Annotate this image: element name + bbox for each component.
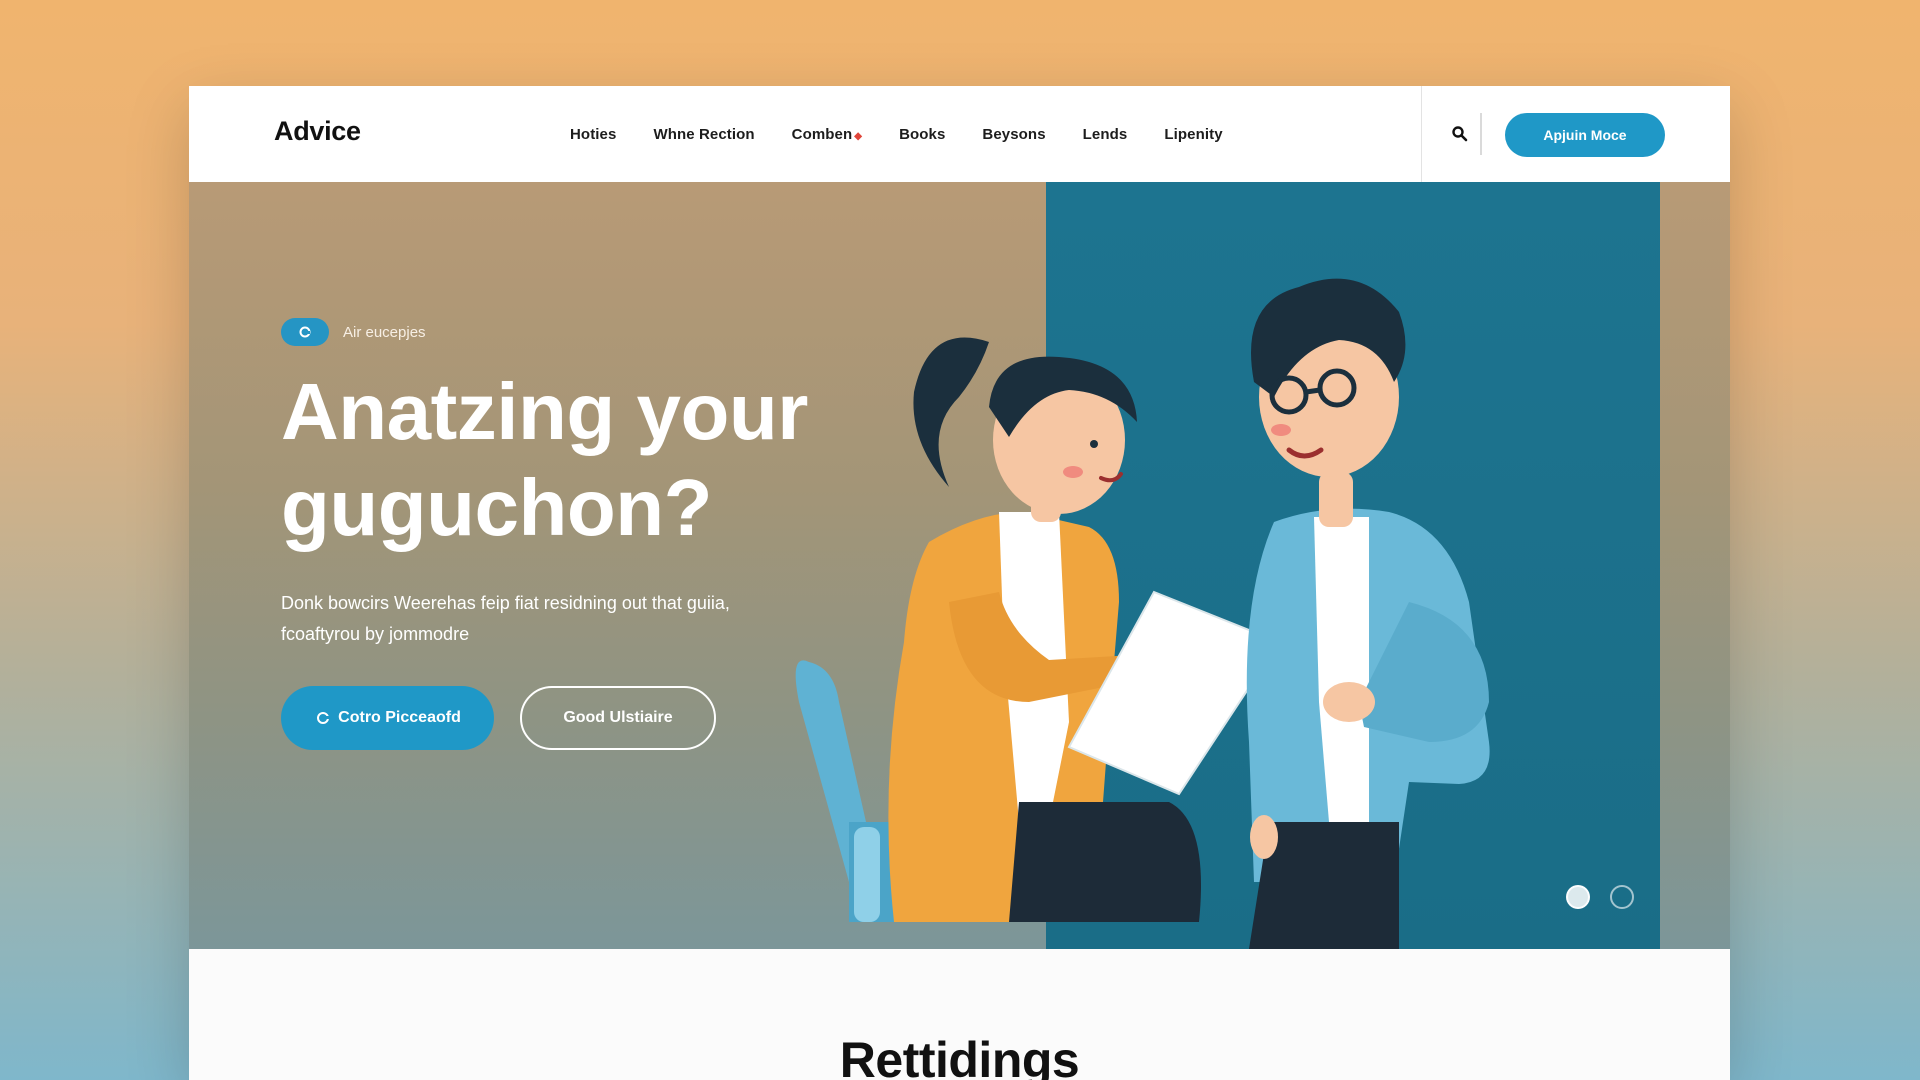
hero-headline-line: Anatzing your (281, 367, 808, 456)
hero-subtext-line: fcoaftyrou by jommodre (281, 624, 470, 644)
nav-item-whne-rection[interactable]: Whne Rection (653, 126, 754, 143)
nav-item-label: Comben (791, 125, 853, 143)
hero-badge: Air eucepjes (281, 318, 426, 346)
carousel-dot[interactable] (1610, 885, 1634, 909)
nav-divider (1480, 113, 1482, 155)
nav-item-comben[interactable]: Comben ◆ (792, 126, 862, 143)
nav-item-label: Beysons (982, 125, 1046, 143)
hero-primary-button-label: Cotro Picceaofd (338, 709, 461, 726)
sparkle-icon (317, 712, 330, 724)
nav-divider (1421, 86, 1422, 182)
nav-item-books[interactable]: Books (899, 126, 945, 143)
nav-item-label: Lends (1082, 125, 1128, 143)
nav-item-label: Books (899, 125, 946, 143)
hero-section: Air eucepjes Anatzing your guguchon? Don… (189, 182, 1730, 949)
hero-secondary-button[interactable]: Good Ulstiaire (520, 686, 716, 750)
hero-subtext: Donk bowcirs Weerehas feip fiat residnin… (281, 588, 841, 650)
carousel-dot[interactable] (1566, 885, 1590, 909)
hero-headline-line: guguchon? (281, 463, 712, 552)
new-indicator-icon: ◆ (854, 130, 863, 142)
search-icon[interactable] (1448, 122, 1472, 146)
page-frame: Advice Hoties Whne Rection Comben ◆ Books… (189, 86, 1730, 1080)
hero-illustration (795, 278, 1490, 949)
badge-text: Air eucepjes (343, 323, 426, 341)
carousel-indicators (1566, 885, 1634, 909)
nav-item-lends[interactable]: Lends (1083, 126, 1128, 143)
hero-subtext-line: Donk bowcirs Weerehas feip fiat residnin… (281, 593, 730, 613)
nav-item-lipenity[interactable]: Lipenity (1164, 126, 1222, 143)
nav-item-label: Hoties (570, 125, 617, 143)
section-title: Rettidings (839, 1032, 1080, 1080)
nav-item-beysons[interactable]: Beysons (982, 126, 1045, 143)
header-cta-button[interactable]: Apjuin Moce (1505, 113, 1665, 157)
nav-item-label: Lipenity (1164, 125, 1223, 143)
top-nav: Advice Hoties Whne Rection Comben ◆ Books… (189, 86, 1730, 182)
refresh-icon (299, 326, 311, 338)
logo[interactable]: Advice (274, 116, 361, 147)
man-illustration (1246, 278, 1490, 949)
hero-primary-button[interactable]: Cotro Picceaofd (281, 686, 494, 750)
nav-item-label: Whne Rection (653, 125, 755, 143)
badge-pill (281, 318, 329, 346)
nav-item-hoties[interactable]: Hoties (570, 126, 616, 143)
hero-headline: Anatzing your guguchon? (281, 364, 901, 556)
nav-menu: Hoties Whne Rection Comben ◆ Books Beyson… (570, 86, 1223, 182)
